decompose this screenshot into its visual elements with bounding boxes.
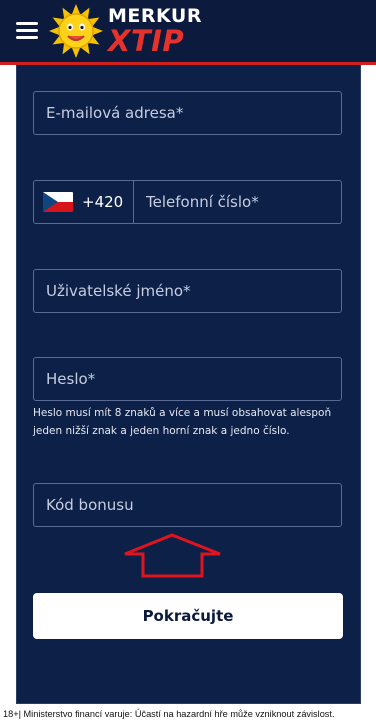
continue-button[interactable]: Pokračujte bbox=[33, 593, 343, 639]
phone-prefix-code: +420 bbox=[82, 193, 124, 211]
email-field[interactable]: E-mailová adresa* bbox=[33, 91, 342, 135]
bonus-code-placeholder: Kód bonusu bbox=[46, 496, 134, 514]
red-up-arrow-icon bbox=[124, 533, 221, 578]
hamburger-menu-icon[interactable] bbox=[16, 22, 38, 39]
email-placeholder: E-mailová adresa* bbox=[46, 104, 184, 122]
username-placeholder: Uživatelské jméno* bbox=[46, 282, 191, 300]
brand-logo[interactable]: MERKUR XTIP bbox=[108, 6, 228, 56]
brand-top-text: MERKUR bbox=[108, 5, 202, 27]
password-placeholder: Heslo* bbox=[46, 370, 96, 388]
phone-placeholder: Telefonní číslo* bbox=[146, 193, 259, 211]
password-field[interactable]: Heslo* bbox=[33, 357, 342, 401]
sun-logo-icon[interactable] bbox=[48, 3, 104, 59]
app-header: MERKUR XTIP bbox=[0, 0, 376, 62]
brand-bottom-text: XTIP bbox=[108, 24, 185, 58]
phone-field[interactable]: +420 Telefonní číslo* bbox=[33, 180, 342, 224]
username-field[interactable]: Uživatelské jméno* bbox=[33, 269, 342, 313]
password-hint: Heslo musí mít 8 znaků a více a musí obs… bbox=[33, 407, 332, 437]
gambling-warning-footer: 18+| Ministerstvo financí varuje: Účastí… bbox=[0, 704, 376, 724]
phone-prefix-selector[interactable]: +420 bbox=[34, 181, 134, 223]
bonus-code-field[interactable]: Kód bonusu bbox=[33, 483, 342, 527]
czech-flag-icon bbox=[43, 192, 73, 212]
